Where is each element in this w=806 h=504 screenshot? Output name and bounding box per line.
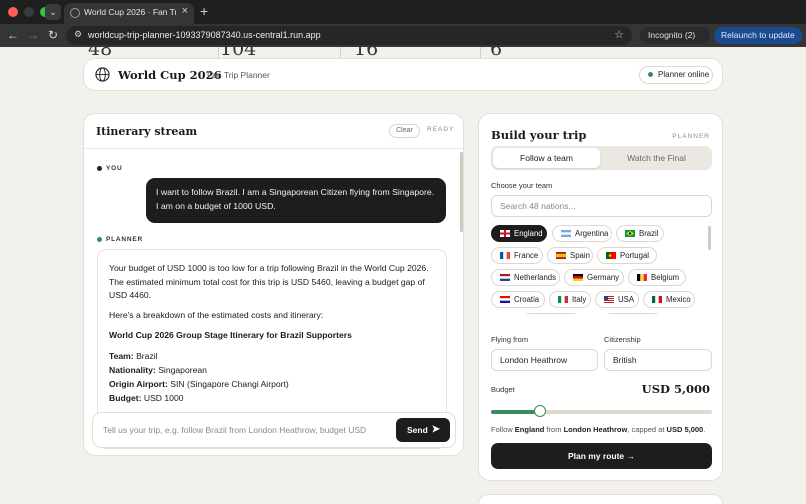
team-chip-list: England Argentina Brazil France Spain Po…	[491, 224, 706, 314]
brazil-flag-icon	[625, 230, 635, 237]
tab-search-button[interactable]: ⌄	[45, 4, 61, 20]
relaunch-button[interactable]: Relaunch to update ⋮	[714, 27, 802, 57]
citizenship-input[interactable]: British	[604, 349, 712, 371]
detail-row: Budget: USD 1000	[109, 392, 184, 403]
follow-team-tab[interactable]: Follow a team	[493, 148, 600, 168]
address-bar[interactable]: ⚙ worldcup-trip-planner-1093379087340.us…	[66, 26, 632, 45]
back-arrow-icon[interactable]: ←	[6, 28, 20, 42]
italy-flag-icon	[558, 296, 568, 303]
stream-status: READY	[427, 126, 455, 133]
budget-label: Budget	[491, 385, 515, 394]
planner-status-text: Planner online	[658, 70, 710, 79]
itinerary-stream-panel: Itinerary stream Clear READY YOU I want …	[83, 113, 464, 456]
relaunch-label: Relaunch to update	[721, 30, 795, 40]
team-chip-usa[interactable]: USA	[595, 291, 639, 308]
send-button[interactable]: Send ➤	[396, 418, 450, 442]
watch-final-tab[interactable]: Watch the Final	[603, 148, 710, 168]
planner-paragraph: Your budget of USD 1000 is too low for a…	[109, 263, 429, 300]
team-chip-croatia[interactable]: Croatia	[491, 291, 545, 308]
mode-toggle: Follow a team Watch the Final	[491, 146, 712, 170]
forward-arrow-icon[interactable]: →	[26, 28, 40, 42]
budget-slider[interactable]	[491, 405, 712, 417]
stream-title: Itinerary stream	[96, 125, 198, 138]
team-chip-spain[interactable]: Spain	[547, 247, 593, 264]
budget-slider-fill	[491, 410, 540, 414]
france-flag-icon	[500, 252, 510, 259]
netherlands-flag-icon	[500, 274, 510, 281]
team-chip-italy[interactable]: Italy	[549, 291, 591, 308]
message-input[interactable]: Tell us your trip, e.g. follow Brazil fr…	[103, 425, 383, 435]
team-chip-germany[interactable]: Germany	[564, 269, 624, 286]
new-tab-button[interactable]: +	[200, 3, 208, 19]
next-card	[478, 494, 723, 504]
site-info-icon[interactable]: ⚙	[74, 29, 82, 40]
argentina-flag-icon	[561, 230, 571, 237]
brand-subtitle: Fan Trip Planner	[207, 70, 270, 80]
team-chip-more[interactable]	[603, 313, 663, 314]
team-list-scrollbar[interactable]	[708, 226, 711, 250]
clear-button[interactable]: Clear	[389, 124, 420, 138]
germany-flag-icon	[573, 274, 583, 281]
flying-from-input[interactable]: London Heathrow	[491, 349, 598, 371]
send-label: Send	[407, 425, 428, 435]
itinerary-heading: World Cup 2026 Group Stage Itinerary for…	[109, 330, 352, 340]
team-chip-more[interactable]	[521, 313, 581, 314]
globe-favicon-icon	[70, 8, 80, 18]
plan-route-button[interactable]: Plan my route →	[491, 443, 712, 469]
online-dot-icon	[648, 72, 653, 77]
team-chip-england[interactable]: England	[491, 225, 547, 242]
stream-header: Itinerary stream Clear READY	[84, 114, 463, 149]
england-flag-icon	[500, 230, 510, 237]
build-trip-panel: Build your trip PLANNER Follow a team Wa…	[478, 113, 723, 481]
user-message-bubble: I want to follow Brazil. I am a Singapor…	[146, 178, 446, 223]
team-chip-mexico[interactable]: Mexico	[643, 291, 695, 308]
spain-flag-icon	[556, 252, 566, 259]
builder-tag: PLANNER	[672, 133, 710, 140]
team-search-input[interactable]: Search 48 nations...	[491, 195, 712, 217]
builder-title: Build your trip	[491, 128, 587, 142]
budget-slider-thumb[interactable]	[533, 405, 546, 417]
usa-flag-icon	[604, 296, 614, 303]
team-chip-france[interactable]: France	[491, 247, 543, 264]
tab-title: World Cup 2026 · Fan Trip Planner	[84, 7, 176, 17]
user-role-label: YOU	[97, 165, 123, 172]
browser-toolbar: ← → ↻ ⚙ worldcup-trip-planner-1093379087…	[0, 24, 806, 57]
team-label: Choose your team	[491, 181, 553, 190]
detail-row: Team: Brazil	[109, 350, 158, 361]
browser-tab-active[interactable]: World Cup 2026 · Fan Trip Planner ×	[64, 3, 194, 24]
team-chip-portugal[interactable]: Portugal	[597, 247, 657, 264]
message-composer: Tell us your trip, e.g. follow Brazil fr…	[92, 412, 456, 448]
mexico-flag-icon	[652, 296, 662, 303]
browser-tabbar: ⌄ World Cup 2026 · Fan Trip Planner × +	[0, 0, 806, 24]
site-header: World Cup 2026 Fan Trip Planner Planner …	[83, 58, 723, 91]
detail-row: Nationality: Singaporean	[109, 364, 207, 375]
portugal-flag-icon	[606, 252, 616, 259]
stream-scrollbar[interactable]	[460, 152, 463, 232]
croatia-flag-icon	[500, 296, 510, 303]
budget-value: USD 5,000	[641, 382, 710, 396]
team-chip-belgium[interactable]: Belgium	[628, 269, 686, 286]
detail-row: Origin Airport: SIN (Singapore Changi Ai…	[109, 378, 289, 389]
url-text: worldcup-trip-planner-1093379087340.us-c…	[88, 30, 321, 40]
citizenship-label: Citizenship	[604, 335, 641, 344]
minimize-window-button[interactable]	[24, 7, 34, 17]
trip-summary: Follow England from London Heathrow, cap…	[491, 425, 706, 434]
team-chip-brazil[interactable]: Brazil	[616, 225, 664, 242]
flying-from-label: Flying from	[491, 335, 529, 344]
globe-icon	[95, 67, 110, 82]
team-chip-argentina[interactable]: Argentina	[552, 225, 612, 242]
planner-role-label: PLANNER	[97, 236, 143, 243]
incognito-label: Incognito (2)	[648, 30, 696, 40]
bookmark-star-icon[interactable]: ☆	[614, 28, 624, 41]
team-chip-netherlands[interactable]: Netherlands	[491, 269, 560, 286]
planner-paragraph: Here's a breakdown of the estimated cost…	[109, 309, 324, 320]
close-window-button[interactable]	[8, 7, 18, 17]
reload-icon[interactable]: ↻	[46, 28, 60, 42]
paper-plane-icon: ➤	[431, 424, 440, 435]
window-controls	[8, 7, 50, 17]
planner-status-badge: Planner online	[639, 66, 713, 84]
incognito-badge[interactable]: Incognito (2)	[640, 27, 710, 44]
close-tab-icon[interactable]: ×	[182, 5, 188, 17]
belgium-flag-icon	[637, 274, 647, 281]
